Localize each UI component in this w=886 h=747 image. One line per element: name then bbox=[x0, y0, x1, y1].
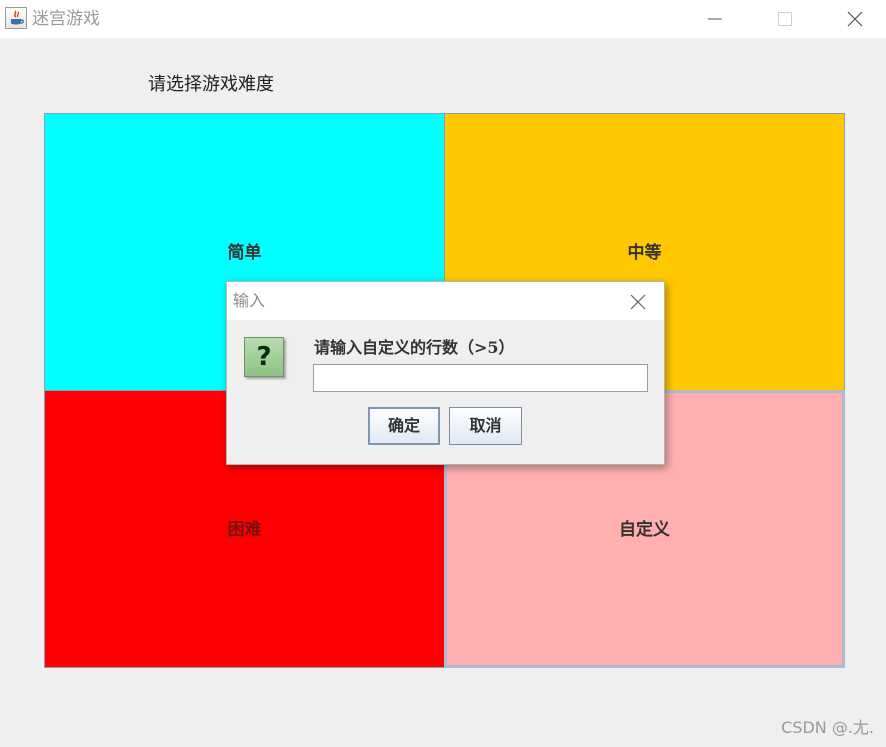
dialog-close-button[interactable] bbox=[627, 291, 649, 313]
close-icon bbox=[847, 11, 863, 27]
window-title: 迷宫游戏 bbox=[32, 9, 100, 29]
hard-label: 困难 bbox=[227, 520, 262, 540]
dialog-title: 输入 bbox=[233, 291, 266, 310]
main-window: 迷宫游戏 请选择游戏难度 简单 中等 困难 自定义 输入 ? 请输入自定义的行数… bbox=[0, 0, 886, 747]
close-icon bbox=[630, 294, 646, 310]
maximize-icon bbox=[778, 12, 792, 26]
minimize-icon bbox=[708, 18, 722, 20]
question-icon: ? bbox=[244, 337, 284, 377]
cancel-button[interactable]: 取消 bbox=[449, 407, 522, 445]
input-dialog: 输入 ? 请输入自定义的行数（>5） 确定 取消 bbox=[226, 281, 665, 465]
java-icon bbox=[5, 7, 27, 29]
minimize-button[interactable] bbox=[692, 0, 738, 38]
dialog-title-bar: 输入 bbox=[227, 282, 664, 320]
ok-button[interactable]: 确定 bbox=[368, 407, 440, 445]
difficulty-heading: 请选择游戏难度 bbox=[148, 74, 274, 95]
custom-label: 自定义 bbox=[619, 520, 670, 540]
maximize-button[interactable] bbox=[762, 0, 808, 38]
rows-input[interactable] bbox=[313, 364, 648, 392]
prompt-label: 请输入自定义的行数（>5） bbox=[314, 338, 515, 357]
easy-label: 简单 bbox=[227, 243, 262, 263]
close-button[interactable] bbox=[832, 0, 878, 38]
watermark: CSDN @.尢. bbox=[781, 718, 874, 737]
title-bar: 迷宫游戏 bbox=[0, 0, 886, 38]
medium-label: 中等 bbox=[627, 243, 662, 263]
